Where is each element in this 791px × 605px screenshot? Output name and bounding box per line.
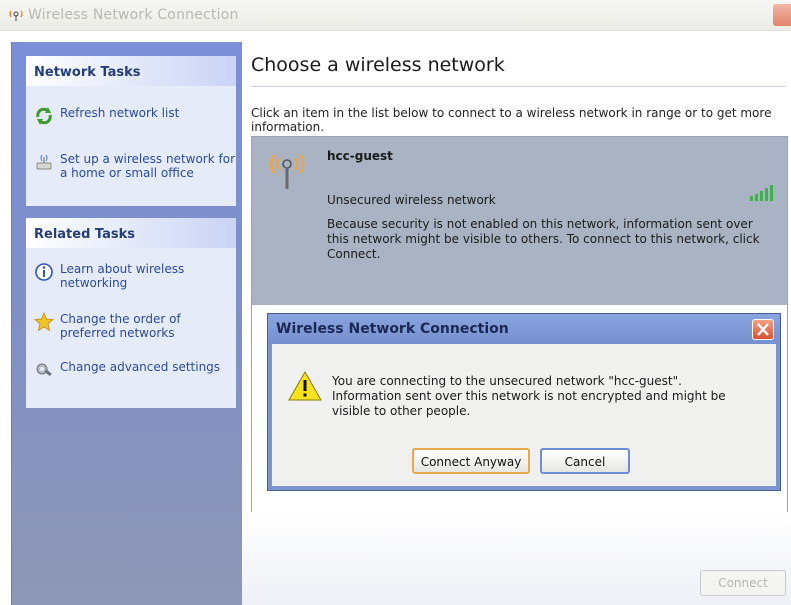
network-tasks-panel: Network Tasks Refresh network list Set u… xyxy=(26,56,236,206)
window-title: Wireless Network Connection xyxy=(28,7,239,23)
network-description: Because security is not enabled on this … xyxy=(327,217,760,261)
task-setup-label: Set up a wireless network for a home or … xyxy=(60,152,236,180)
window-title-bar: Wireless Network Connection xyxy=(0,0,791,31)
network-ssid: hcc-guest xyxy=(327,149,393,163)
task-advanced-label: Change advanced settings xyxy=(60,360,221,374)
settings-icon xyxy=(36,363,52,377)
related-tasks-title: Related Tasks xyxy=(34,227,136,242)
related-tasks-header: Related Tasks xyxy=(26,218,236,248)
wireless-antenna-icon xyxy=(269,154,305,189)
dialog-title: Wireless Network Connection xyxy=(276,321,509,337)
page-title: Choose a wireless network xyxy=(251,54,505,76)
setup-wizard-icon xyxy=(36,154,52,170)
network-list-item[interactable]: hcc-guest Unsecured wireless network Bec… xyxy=(252,137,787,305)
warning-icon xyxy=(288,370,322,401)
unsecured-network-dialog: Wireless Network Connection You are conn… xyxy=(267,313,781,491)
instruction-text: Click an item in the list below to conne… xyxy=(251,106,772,134)
dialog-close-button[interactable] xyxy=(752,319,774,340)
dialog-body: You are connecting to the unsecured netw… xyxy=(272,344,776,486)
task-pane: Network Tasks Refresh network list Set u… xyxy=(11,42,242,605)
wireless-network-icon xyxy=(9,10,23,21)
star-icon xyxy=(34,312,54,332)
close-icon xyxy=(757,323,769,336)
related-tasks-panel: Related Tasks Learn about wireless netwo… xyxy=(26,218,236,408)
refresh-icon xyxy=(36,107,52,125)
heading-divider xyxy=(251,86,786,87)
signal-strength-icon xyxy=(750,185,773,201)
task-change-order-label: Change the order of preferred networks xyxy=(60,312,181,340)
task-learn-label: Learn about wireless networking xyxy=(60,262,185,290)
window-close-button[interactable] xyxy=(773,4,791,26)
cancel-button[interactable]: Cancel xyxy=(540,448,630,474)
dialog-message: You are connecting to the unsecured netw… xyxy=(332,374,726,418)
dialog-title-bar: Wireless Network Connection xyxy=(268,314,780,344)
task-refresh-label: Refresh network list xyxy=(60,106,180,120)
connect-anyway-button[interactable]: Connect Anyway xyxy=(412,448,530,474)
network-tasks-header: Network Tasks xyxy=(26,56,236,86)
info-icon xyxy=(35,263,53,281)
network-tasks-title: Network Tasks xyxy=(34,65,141,80)
network-security: Unsecured wireless network xyxy=(327,193,496,207)
connect-button[interactable]: Connect xyxy=(700,570,786,596)
